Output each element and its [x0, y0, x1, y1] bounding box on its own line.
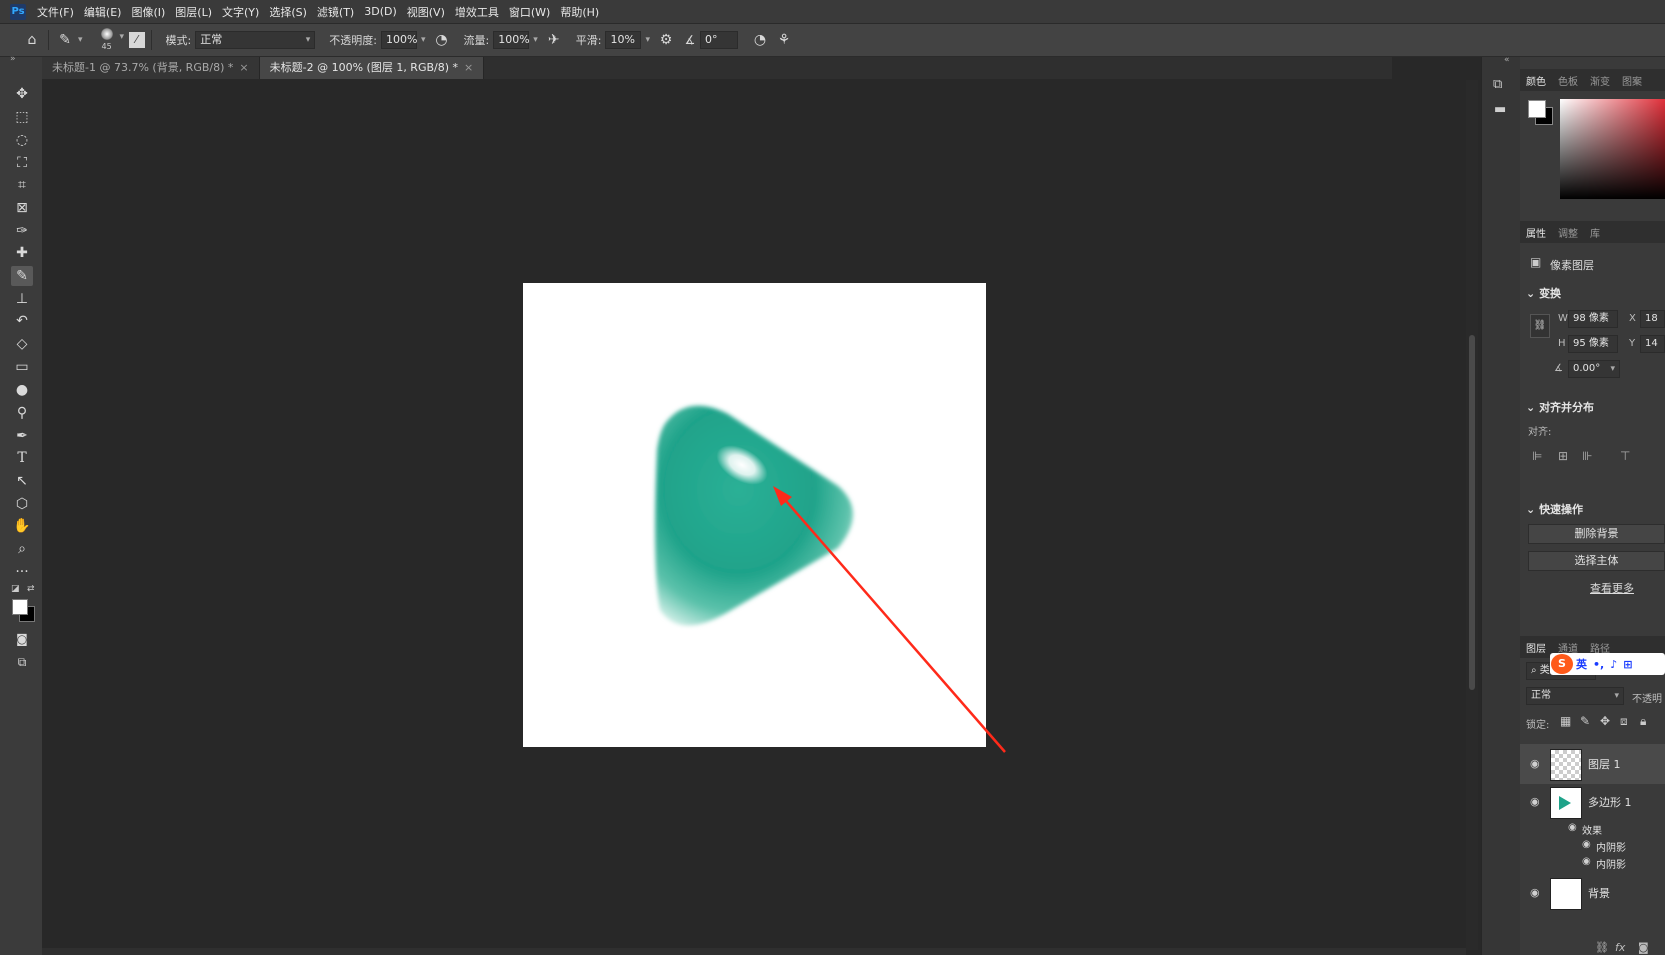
layer-row-background[interactable]: ◉ 背景: [1520, 874, 1665, 912]
width-field[interactable]: 98 像素: [1568, 310, 1618, 328]
blend-mode-select[interactable]: 正常 ▾: [1526, 687, 1624, 705]
x-field[interactable]: 18: [1640, 310, 1665, 328]
grid-icon: ⊞: [1623, 657, 1633, 671]
link-icon[interactable]: ⛓: [1530, 314, 1550, 338]
tab-adjustments[interactable]: 调整: [1552, 225, 1584, 240]
eye-icon[interactable]: ◉: [1530, 757, 1540, 770]
layer-row-layer1[interactable]: ◉ 图层 1: [1520, 744, 1665, 784]
align-label: 对齐:: [1528, 427, 1552, 438]
remove-background-button[interactable]: 删除背景: [1528, 524, 1665, 544]
tab-properties[interactable]: 属性: [1520, 225, 1552, 240]
align-center-icon[interactable]: ⊞: [1558, 449, 1568, 463]
layer-thumbnail: [1550, 787, 1582, 819]
lock-label: 锁定:: [1526, 720, 1550, 731]
lock-artboard-icon[interactable]: ⧈: [1620, 714, 1628, 729]
layer-thumbnail: [1550, 878, 1582, 910]
see-more-link[interactable]: 查看更多: [1590, 580, 1634, 596]
align-section[interactable]: ⌄ 对齐并分布: [1526, 399, 1594, 415]
lock-position-icon[interactable]: ✥: [1600, 714, 1610, 728]
tab-swatches[interactable]: 色板: [1552, 73, 1584, 88]
triangle-icon: [1559, 796, 1571, 810]
horizontal-scrollbar[interactable]: [42, 948, 1466, 955]
canvas-artwork: [655, 405, 1006, 753]
foreground-color-swatch[interactable]: [1528, 100, 1546, 118]
eye-icon[interactable]: ◉: [1568, 822, 1577, 833]
align-top-icon[interactable]: ⊤: [1620, 449, 1630, 463]
angle-icon: ∡: [1554, 363, 1563, 374]
sogou-icon: S: [1551, 654, 1573, 674]
eye-icon[interactable]: ◉: [1582, 856, 1591, 867]
align-title: 对齐并分布: [1539, 401, 1595, 414]
microphone-icon: ♪: [1610, 657, 1618, 671]
color-panel-tabs: 颜色 色板 渐变 图案: [1520, 69, 1665, 91]
layer-name: 图层 1: [1588, 758, 1621, 771]
effects-row[interactable]: ◉ 效果: [1520, 821, 1665, 837]
collapse-icon[interactable]: «: [1504, 55, 1510, 65]
tab-layers[interactable]: 图层: [1520, 640, 1552, 655]
search-icon: ⌕: [1531, 665, 1537, 676]
h-label: H: [1558, 338, 1566, 349]
punctuation-icon: •,: [1593, 657, 1605, 671]
chevron-down-icon: ⌄: [1526, 401, 1536, 414]
lock-pixels-icon[interactable]: ✎: [1580, 714, 1590, 728]
pixel-layer-label: 像素图层: [1550, 259, 1594, 272]
x-label: X: [1629, 313, 1636, 324]
scrollbar-thumb[interactable]: [1469, 335, 1475, 690]
fx-icon[interactable]: fx: [1615, 941, 1625, 954]
align-right-icon[interactable]: ⊪: [1582, 449, 1592, 463]
angle-field[interactable]: 0.00° ▾: [1568, 360, 1620, 378]
properties-panel-tabs: 属性 调整 库: [1520, 221, 1665, 243]
tab-color[interactable]: 颜色: [1520, 73, 1552, 88]
eye-icon[interactable]: ◉: [1582, 839, 1591, 850]
chevron-down-icon: ⌄: [1526, 503, 1536, 516]
ime-mode: 英: [1576, 658, 1587, 671]
vertical-scrollbar[interactable]: [1466, 80, 1478, 950]
foreground-color-swatch[interactable]: [12, 599, 28, 615]
opacity-label: 不透明: [1632, 694, 1662, 705]
blend-mode-value: 正常: [1531, 690, 1551, 701]
effect-name: 内阴影: [1596, 860, 1626, 871]
height-field[interactable]: 95 像素: [1568, 335, 1618, 353]
triangle-shape: [655, 405, 853, 626]
annotation-arrow-line: [779, 493, 1006, 753]
link-layers-icon[interactable]: ⛓: [1595, 941, 1609, 954]
layer-thumbnail: [1550, 749, 1582, 781]
mask-icon[interactable]: ◙: [1638, 941, 1649, 954]
history-icon[interactable]: ⧉: [1493, 77, 1502, 92]
chevron-down-icon: ▾: [1614, 691, 1619, 701]
layer-row-polygon1[interactable]: ◉ 多边形 1: [1520, 784, 1665, 820]
effect-inner-shadow-1[interactable]: ◉ 内阴影: [1520, 838, 1665, 854]
comment-icon[interactable]: ▬: [1494, 102, 1506, 117]
panel-icon-strip: ⧉ ▬ «: [1481, 55, 1521, 955]
layer-name: 背景: [1588, 887, 1610, 900]
chevron-down-icon: ▾: [1610, 364, 1615, 374]
effect-inner-shadow-2[interactable]: ◉ 内阴影: [1520, 855, 1665, 871]
pixel-layer-icon: ▣: [1530, 255, 1542, 269]
angle-value: 0.00°: [1573, 363, 1601, 374]
tab-gradients[interactable]: 渐变: [1584, 73, 1616, 88]
w-label: W: [1558, 313, 1568, 324]
lock-transparent-icon[interactable]: ▦: [1560, 714, 1571, 728]
lock-all-icon[interactable]: 🔒︎: [1640, 714, 1646, 729]
right-panel: 颜色 色板 渐变 图案 属性 调整 库 ▣ 像素图层 ⌄ 变换 ⛓ W 98 像…: [1520, 57, 1665, 955]
quick-actions-section[interactable]: ⌄ 快速操作: [1526, 501, 1583, 517]
select-subject-button[interactable]: 选择主体: [1528, 551, 1665, 571]
effect-name: 内阴影: [1596, 843, 1626, 854]
ime-toolbar[interactable]: S 英 •, ♪ ⊞: [1550, 653, 1665, 675]
tab-libraries[interactable]: 库: [1584, 225, 1606, 240]
eye-icon[interactable]: ◉: [1530, 795, 1540, 808]
y-label: Y: [1629, 338, 1636, 349]
align-left-icon[interactable]: ⊫: [1532, 449, 1542, 463]
quick-actions-title: 快速操作: [1539, 503, 1584, 516]
effects-label: 效果: [1582, 826, 1602, 837]
transform-section[interactable]: ⌄ 变换: [1526, 285, 1561, 301]
layer-name: 多边形 1: [1588, 796, 1632, 809]
color-picker-field[interactable]: [1560, 99, 1665, 199]
transform-title: 变换: [1539, 287, 1562, 300]
chevron-down-icon: ⌄: [1526, 287, 1536, 300]
tab-patterns[interactable]: 图案: [1616, 73, 1648, 88]
eye-icon[interactable]: ◉: [1530, 886, 1540, 899]
y-field[interactable]: 14: [1640, 335, 1665, 353]
